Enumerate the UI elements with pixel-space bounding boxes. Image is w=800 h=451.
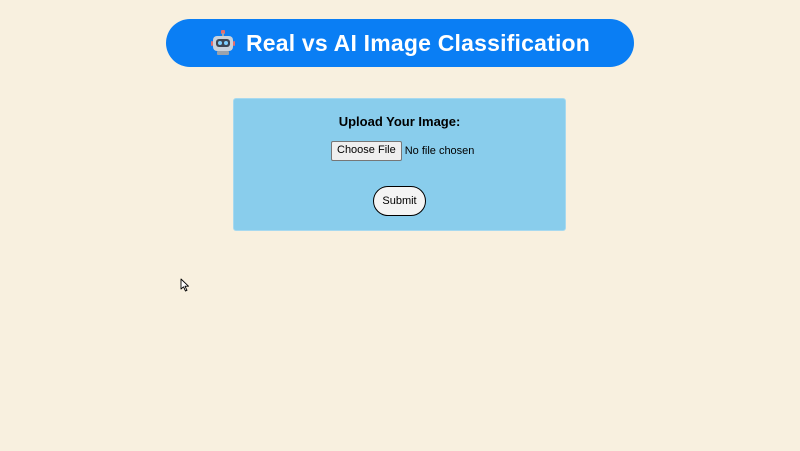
upload-form: Upload Your Image: Choose File No file c… bbox=[233, 98, 566, 231]
robot-icon bbox=[210, 30, 236, 56]
upload-label: Upload Your Image: bbox=[338, 114, 461, 129]
arrow-cursor-icon bbox=[180, 278, 190, 292]
page-title: Real vs AI Image Classification bbox=[245, 29, 591, 56]
file-status-text: No file chosen bbox=[404, 145, 475, 157]
file-input[interactable]: Choose File No file chosen bbox=[331, 141, 474, 161]
choose-file-button[interactable]: Choose File bbox=[331, 141, 402, 161]
submit-button[interactable]: Submit bbox=[373, 186, 426, 216]
page-title-banner: Real vs AI Image Classification bbox=[166, 19, 634, 67]
